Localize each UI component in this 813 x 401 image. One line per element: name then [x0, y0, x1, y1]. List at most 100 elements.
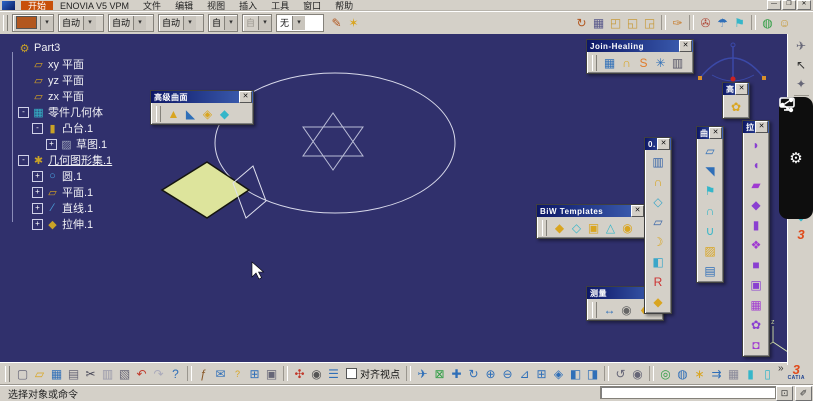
- tree-item-label[interactable]: 圆.1: [62, 168, 82, 184]
- fly-mode-icon[interactable]: ✈: [793, 37, 810, 54]
- toolbar-titlebar[interactable]: Join-Healing ✕: [587, 40, 693, 52]
- tree-item-label[interactable]: 平面.1: [62, 184, 93, 200]
- net-surface-icon[interactable]: ❖: [748, 236, 765, 253]
- curve-smooth-icon[interactable]: S: [635, 54, 652, 71]
- close-icon[interactable]: ✕: [679, 40, 692, 52]
- sail-icon[interactable]: ⚑: [731, 14, 748, 31]
- styling-sweep-icon[interactable]: ◆: [748, 196, 765, 213]
- knowledge-icon[interactable]: ✇: [697, 14, 714, 31]
- normal-view-icon[interactable]: ⊿: [516, 365, 533, 382]
- menu-file[interactable]: 文件: [136, 1, 168, 10]
- update-icon[interactable]: ↻: [573, 14, 590, 31]
- pan-icon[interactable]: ✚: [448, 365, 465, 382]
- chevron-down-icon[interactable]: ▾: [292, 15, 306, 30]
- fit-surface-icon[interactable]: ◈: [199, 105, 216, 122]
- new-file-icon[interactable]: ▢: [14, 365, 31, 382]
- auto-dropdown-3[interactable]: 自动 ▾: [158, 13, 204, 32]
- diabolo-icon[interactable]: ◇: [568, 219, 585, 236]
- tree-extrude-1[interactable]: + ◆ 拉伸.1: [4, 216, 174, 232]
- painter-icon[interactable]: ✎: [328, 14, 345, 31]
- planar-patch-icon[interactable]: ◗: [748, 136, 765, 153]
- toolbar-titlebar[interactable]: 高级曲面 ✕: [151, 91, 253, 103]
- tree-expander[interactable]: -: [18, 106, 29, 118]
- cylinder-b-icon[interactable]: ▯: [759, 365, 776, 382]
- tree-item-label[interactable]: 直线.1: [62, 200, 93, 216]
- shading-icon[interactable]: ◧: [567, 365, 584, 382]
- measure-between-icon[interactable]: ↔: [601, 301, 618, 318]
- close-icon[interactable]: ✕: [735, 83, 748, 95]
- settings-icon[interactable]: ⚙: [786, 148, 806, 168]
- variable-offset-icon[interactable]: ◥: [702, 162, 719, 179]
- auto-dropdown-4[interactable]: 自 ▾: [208, 13, 238, 32]
- star-triangle-down[interactable]: [302, 126, 364, 171]
- tree-item-label[interactable]: 零件几何体: [48, 104, 103, 120]
- toolbar-overflow-chevron[interactable]: »: [778, 363, 784, 374]
- snapshot-icon[interactable]: ◉: [629, 365, 646, 382]
- junction-icon[interactable]: ◆: [551, 219, 568, 236]
- rough-offset-icon[interactable]: ⚑: [702, 182, 719, 199]
- menu-edit[interactable]: 编辑: [168, 1, 200, 10]
- wrap-surface-icon[interactable]: ▨: [702, 242, 719, 259]
- tree-item-label[interactable]: 草图.1: [76, 136, 107, 152]
- chevron-down-icon[interactable]: ▾: [83, 15, 97, 30]
- command-apply-button[interactable]: ⊡: [776, 386, 793, 401]
- undo-icon[interactable]: ↶: [133, 365, 150, 382]
- toolbar-titlebar[interactable]: 高 ✕: [723, 83, 749, 95]
- bead-icon[interactable]: ◉: [619, 219, 636, 236]
- cylinder-patch-icon[interactable]: ▮: [748, 216, 765, 233]
- redo-icon[interactable]: ↷: [150, 365, 167, 382]
- match-surface-icon[interactable]: ▦: [748, 296, 765, 313]
- tree-item-label[interactable]: 凸台.1: [62, 120, 93, 136]
- tree-pad-1[interactable]: - ▮ 凸台.1: [4, 120, 174, 136]
- healing-icon[interactable]: ∩: [618, 54, 635, 71]
- mid-surface-icon[interactable]: ▤: [702, 262, 719, 279]
- chevron-down-icon[interactable]: ▾: [258, 15, 271, 30]
- toolbar-separator[interactable]: [661, 15, 666, 30]
- shading-edges-icon[interactable]: ◨: [584, 365, 601, 382]
- split-icon[interactable]: ◧: [650, 253, 667, 270]
- axis-system-icon[interactable]: ∗: [691, 365, 708, 382]
- tree-expander[interactable]: +: [32, 202, 43, 214]
- power-fit-icon[interactable]: ▲: [165, 105, 182, 122]
- tree-expander[interactable]: +: [46, 138, 57, 150]
- tree-item-label[interactable]: 几何图形集.1: [48, 152, 112, 168]
- bump-icon[interactable]: ∩: [702, 202, 719, 219]
- minimize-button[interactable]: —: [767, 0, 781, 10]
- catalog-icon[interactable]: ◰: [607, 14, 624, 31]
- paste-icon[interactable]: ▧: [116, 365, 133, 382]
- auto-dropdown-1[interactable]: 自动 ▾: [58, 13, 104, 32]
- tree-item-label[interactable]: Part3: [34, 42, 60, 54]
- print-icon[interactable]: ▤: [65, 365, 82, 382]
- umbrella-icon[interactable]: ☂: [714, 14, 731, 31]
- globe-icon[interactable]: ◍: [759, 14, 776, 31]
- boundary-icon[interactable]: ∩: [650, 173, 667, 190]
- compass-center-dot[interactable]: [730, 76, 736, 82]
- close-icon[interactable]: ✕: [239, 91, 252, 103]
- auto-dropdown-5[interactable]: 自 ▾: [242, 13, 272, 32]
- tree-plane-1[interactable]: + ▱ 平面.1: [4, 184, 174, 200]
- formula-icon[interactable]: ƒ: [195, 365, 212, 382]
- sweep-icon[interactable]: ✿: [728, 98, 745, 115]
- toolbar-separator[interactable]: [689, 15, 694, 30]
- tree-item-label[interactable]: zx 平面: [48, 88, 84, 104]
- rotate-icon[interactable]: ↻: [465, 365, 482, 382]
- tree-part-body[interactable]: - ▦ 零件几何体: [4, 104, 174, 120]
- hole-icon[interactable]: ▣: [585, 219, 602, 236]
- tree-item-label[interactable]: yz 平面: [48, 72, 84, 88]
- tree-expander[interactable]: +: [32, 170, 43, 182]
- untrim-icon[interactable]: ✳: [652, 54, 669, 71]
- cylinder-a-icon[interactable]: ▮: [742, 365, 759, 382]
- geometry-extraction-icon[interactable]: ▰: [748, 176, 765, 193]
- swirl-icon[interactable]: ◎: [657, 365, 674, 382]
- wrap-curve-icon[interactable]: ∪: [702, 222, 719, 239]
- toolbar-titlebar[interactable]: 曲 ✕: [697, 127, 723, 139]
- surface-network-icon[interactable]: ◣: [182, 105, 199, 122]
- tree-expander[interactable]: +: [32, 218, 43, 230]
- copy-icon[interactable]: ▥: [99, 365, 116, 382]
- menu-window[interactable]: 窗口: [296, 1, 328, 10]
- link-manager-icon[interactable]: ✐: [795, 386, 812, 401]
- mating-flange-icon[interactable]: △: [602, 219, 619, 236]
- design-table-icon[interactable]: ⊞: [246, 365, 263, 382]
- fill-patch-icon[interactable]: ■: [748, 256, 765, 273]
- publish-icon[interactable]: ✣: [291, 365, 308, 382]
